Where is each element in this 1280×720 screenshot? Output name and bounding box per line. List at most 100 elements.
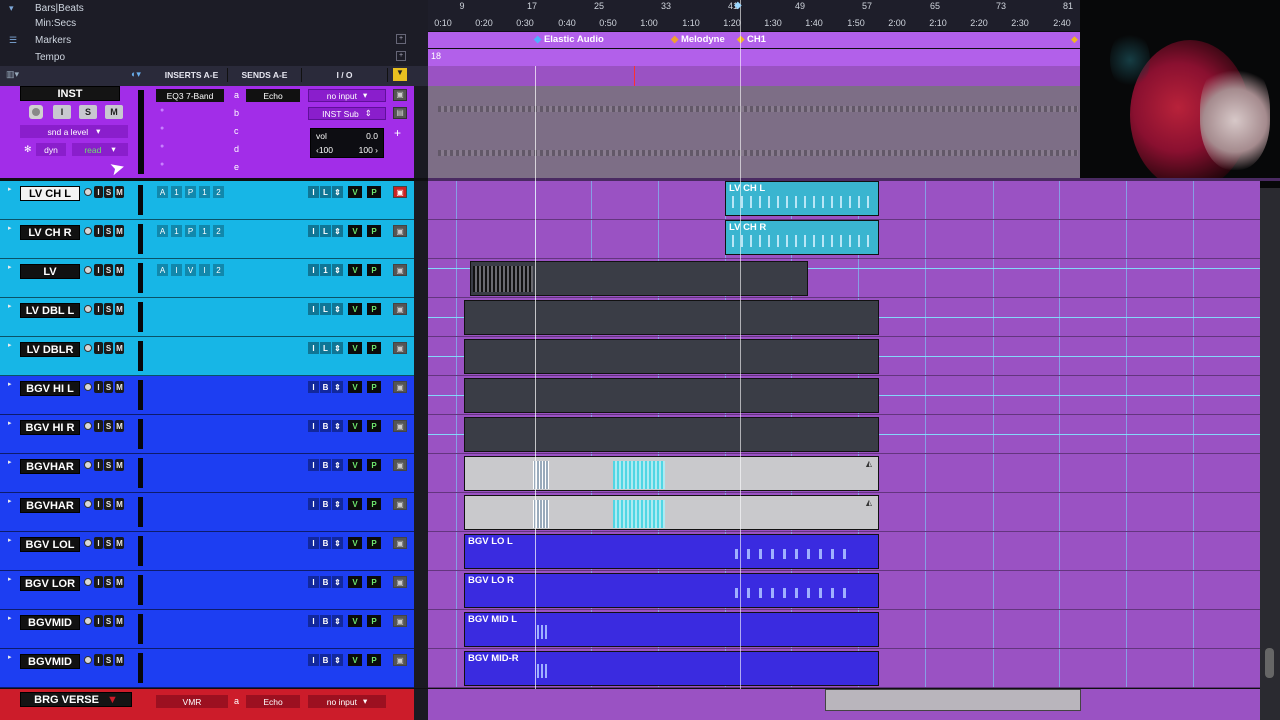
inst-output-window-icon[interactable]: ▣	[393, 89, 407, 101]
add-tempo-icon[interactable]: +	[396, 51, 406, 61]
track-window-icon[interactable]: ▣	[393, 576, 407, 588]
track-window-icon[interactable]: ▣	[393, 303, 407, 315]
playlist-button[interactable]: P	[367, 381, 381, 393]
record-enable-button[interactable]	[84, 539, 92, 547]
io-button[interactable]: I	[308, 537, 319, 549]
insert-slot[interactable]: 1	[171, 186, 182, 198]
io-button[interactable]: ⇕	[332, 225, 343, 237]
inst-comment-icon[interactable]: ▤	[393, 107, 407, 119]
insert-slot[interactable]: A	[157, 264, 168, 276]
track-row[interactable]: ▸ BGVHAR I S M I B ⇕ V P ▣	[0, 493, 428, 532]
input-monitor-button[interactable]: I	[94, 420, 103, 432]
inst-volume-pan-box[interactable]: vol 0.0 ‹100 100 ›	[310, 128, 384, 158]
tempo-ruler[interactable]: 18	[428, 49, 1080, 66]
track-row[interactable]: ▸ BGVMID I S M I B ⇕ V P ▣	[0, 649, 428, 688]
expand-icon[interactable]: ▸	[8, 341, 12, 349]
playlist-button[interactable]: P	[367, 459, 381, 471]
track-row[interactable]: ▸ BGVHAR I S M I B ⇕ V P ▣	[0, 454, 428, 493]
track-name[interactable]: BGV LOR	[20, 576, 80, 591]
mute-button[interactable]: M	[115, 615, 124, 627]
solo-button[interactable]: S	[104, 381, 113, 393]
track-row[interactable]: ▸ LV I S M A I V I 2 I 1 ⇕ V P ▣	[0, 259, 428, 298]
input-monitor-button[interactable]: I	[94, 615, 103, 627]
io-button[interactable]: ⇕	[332, 264, 343, 276]
clip-bgv-hi-l[interactable]	[464, 378, 879, 413]
voice-button[interactable]: V	[348, 576, 362, 588]
expand-icon[interactable]: ▸	[8, 224, 12, 232]
io-button[interactable]: I	[308, 225, 319, 237]
io-button[interactable]: B	[320, 381, 331, 393]
input-monitor-button[interactable]: I	[94, 654, 103, 666]
mute-button[interactable]: M	[115, 537, 124, 549]
mute-button[interactable]: M	[115, 459, 124, 471]
voice-button[interactable]: V	[348, 420, 362, 432]
solo-button[interactable]: S	[104, 537, 113, 549]
track-name[interactable]: BGVHAR	[20, 498, 80, 513]
io-button[interactable]: B	[320, 420, 331, 432]
track-name[interactable]: LV DBL L	[20, 303, 80, 318]
inst-mute-button[interactable]: M	[105, 105, 123, 119]
io-button[interactable]: ⇕	[332, 615, 343, 627]
voice-button[interactable]: V	[348, 498, 362, 510]
inst-send-a[interactable]: Echo	[246, 89, 300, 102]
brg-insert-a[interactable]: VMR	[156, 695, 228, 708]
solo-button[interactable]: S	[104, 186, 113, 198]
inst-record-button[interactable]	[29, 105, 43, 119]
mute-button[interactable]: M	[115, 186, 124, 198]
io-button[interactable]: ⇕	[332, 342, 343, 354]
ruler-min-secs[interactable]: Min:Secs	[0, 15, 428, 32]
track-name[interactable]: BGVMID	[20, 615, 80, 630]
track-row[interactable]: ▸ BGVMID I S M I B ⇕ V P ▣	[0, 610, 428, 649]
inst-input-selector[interactable]: no input ▾	[308, 89, 386, 102]
io-button[interactable]: ⇕	[332, 420, 343, 432]
track-row[interactable]: ▸ LV CH L I S M A 1 P 1 2 I L ⇕ V P ▣	[0, 181, 428, 220]
expand-icon[interactable]: ▸	[8, 263, 12, 271]
inst-send-e-letter[interactable]: e	[234, 162, 239, 172]
brg-lane[interactable]	[428, 689, 1260, 720]
solo-button[interactable]: S	[104, 225, 113, 237]
expand-icon[interactable]: ▸	[8, 536, 12, 544]
record-enable-button[interactable]	[84, 383, 92, 391]
io-button[interactable]: ⇕	[332, 498, 343, 510]
io-button[interactable]: ⇕	[332, 186, 343, 198]
solo-button[interactable]: S	[104, 498, 113, 510]
io-button[interactable]: ⇕	[332, 459, 343, 471]
record-enable-button[interactable]	[84, 188, 92, 196]
mute-button[interactable]: M	[115, 381, 124, 393]
playlist-button[interactable]: P	[367, 615, 381, 627]
track-window-icon[interactable]: ▣	[393, 342, 407, 354]
inst-insert-a[interactable]: EQ3 7-Band	[156, 89, 224, 102]
solo-button[interactable]: S	[104, 342, 113, 354]
expand-icon[interactable]: ▸	[8, 575, 12, 583]
ruler-tempo[interactable]: Tempo	[0, 49, 428, 66]
record-enable-button[interactable]	[84, 578, 92, 586]
inst-lane[interactable]	[428, 86, 1080, 178]
track-name[interactable]: LV CH R	[20, 225, 80, 240]
io-button[interactable]: I	[308, 498, 319, 510]
voice-button[interactable]: V	[348, 537, 362, 549]
track-name[interactable]: BGVMID	[20, 654, 80, 669]
pan-right-value[interactable]: 100 ›	[359, 145, 378, 155]
playlist-button[interactable]: P	[367, 576, 381, 588]
track-row[interactable]: ▸ LV DBL L I S M I L ⇕ V P ▣	[0, 298, 428, 337]
clip-bgvhar-2[interactable]: ◭	[464, 495, 879, 530]
insert-slot[interactable]: P	[185, 225, 196, 237]
input-monitor-button[interactable]: I	[94, 537, 103, 549]
track-row[interactable]: ▸ LV DBLR I S M I L ⇕ V P ▣	[0, 337, 428, 376]
track-window-icon[interactable]: ▣	[393, 654, 407, 666]
record-enable-button[interactable]	[84, 266, 92, 274]
input-monitor-button[interactable]: I	[94, 225, 103, 237]
io-button[interactable]: ⇕	[332, 576, 343, 588]
track-window-icon[interactable]: ▣	[393, 420, 407, 432]
clip-expand-icon[interactable]: ◭	[866, 459, 872, 468]
io-button[interactable]: I	[308, 381, 319, 393]
voice-button[interactable]: V	[348, 225, 362, 237]
io-button[interactable]: I	[308, 576, 319, 588]
track-list-icon[interactable]: ▥▾	[6, 69, 19, 80]
expand-icon[interactable]: ▸	[8, 614, 12, 622]
mute-button[interactable]: M	[115, 498, 124, 510]
track-name[interactable]: LV DBLR	[20, 342, 80, 357]
playlist-button[interactable]: P	[367, 264, 381, 276]
insert-slot[interactable]: 1	[199, 186, 210, 198]
expand-icon[interactable]: ▸	[8, 497, 12, 505]
